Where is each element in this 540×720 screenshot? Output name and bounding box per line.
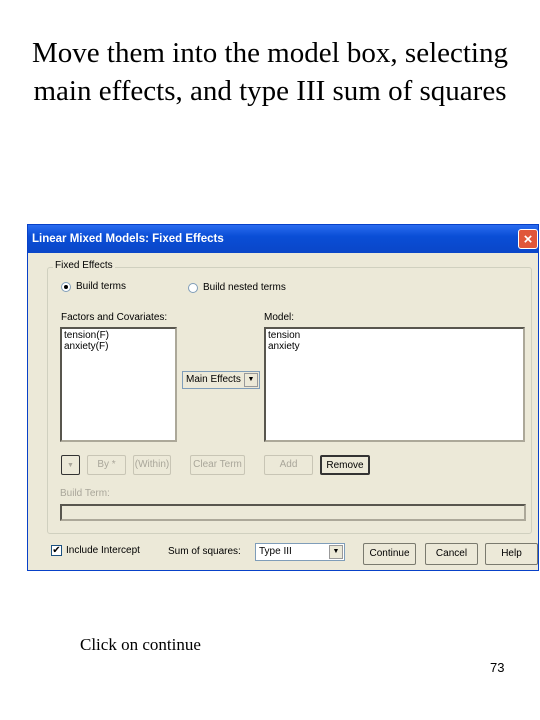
- build-nested-radio[interactable]: [188, 283, 198, 293]
- operator-dropdown-button[interactable]: ▼: [61, 455, 80, 475]
- term-type-dropdown[interactable]: Main Effects ▼: [182, 371, 260, 389]
- include-intercept-label: Include Intercept: [66, 545, 140, 556]
- page-number: 73: [490, 660, 505, 675]
- chevron-down-icon: ▼: [244, 373, 258, 387]
- add-button[interactable]: Add: [264, 455, 313, 475]
- chevron-down-icon: ▼: [329, 545, 343, 559]
- slide-title: Move them into the model box, selecting …: [32, 37, 508, 107]
- build-term-label: Build Term:: [60, 488, 110, 499]
- list-item[interactable]: tension: [268, 330, 521, 341]
- within-button[interactable]: (Within): [133, 455, 171, 475]
- chevron-down-icon: ▼: [67, 462, 74, 469]
- model-label: Model:: [264, 312, 295, 323]
- close-icon[interactable]: ×: [518, 229, 538, 249]
- build-terms-radio[interactable]: [61, 282, 71, 292]
- factors-label: Factors and Covariates:: [61, 312, 168, 323]
- factors-list[interactable]: tension(F) anxiety(F): [60, 327, 177, 442]
- fixed-effects-dialog: Linear Mixed Models: Fixed Effects × Fix…: [27, 224, 539, 571]
- dialog-title: Linear Mixed Models: Fixed Effects: [28, 225, 538, 253]
- checkmark-icon: ✔: [52, 545, 61, 556]
- slide-caption: Click on continue: [80, 635, 201, 654]
- clear-term-button[interactable]: Clear Term: [190, 455, 245, 475]
- cancel-button[interactable]: Cancel: [425, 543, 478, 565]
- list-item[interactable]: anxiety(F): [64, 341, 173, 352]
- term-type-value: Main Effects: [186, 374, 241, 385]
- model-list[interactable]: tension anxiety: [264, 327, 525, 442]
- by-button[interactable]: By *: [87, 455, 126, 475]
- continue-button[interactable]: Continue: [363, 543, 416, 565]
- remove-button[interactable]: Remove: [320, 455, 370, 475]
- group-label: Fixed Effects: [53, 260, 115, 271]
- build-terms-label: Build terms: [76, 281, 127, 292]
- sum-of-squares-label: Sum of squares:: [168, 546, 241, 557]
- include-intercept-checkbox[interactable]: ✔: [51, 545, 62, 556]
- sum-of-squares-value: Type III: [259, 546, 292, 557]
- list-item[interactable]: tension(F): [64, 330, 173, 341]
- help-button[interactable]: Help: [485, 543, 538, 565]
- build-nested-label: Build nested terms: [203, 282, 286, 293]
- build-term-field[interactable]: [60, 504, 526, 521]
- list-item[interactable]: anxiety: [268, 341, 521, 352]
- sum-of-squares-dropdown[interactable]: Type III ▼: [255, 543, 345, 561]
